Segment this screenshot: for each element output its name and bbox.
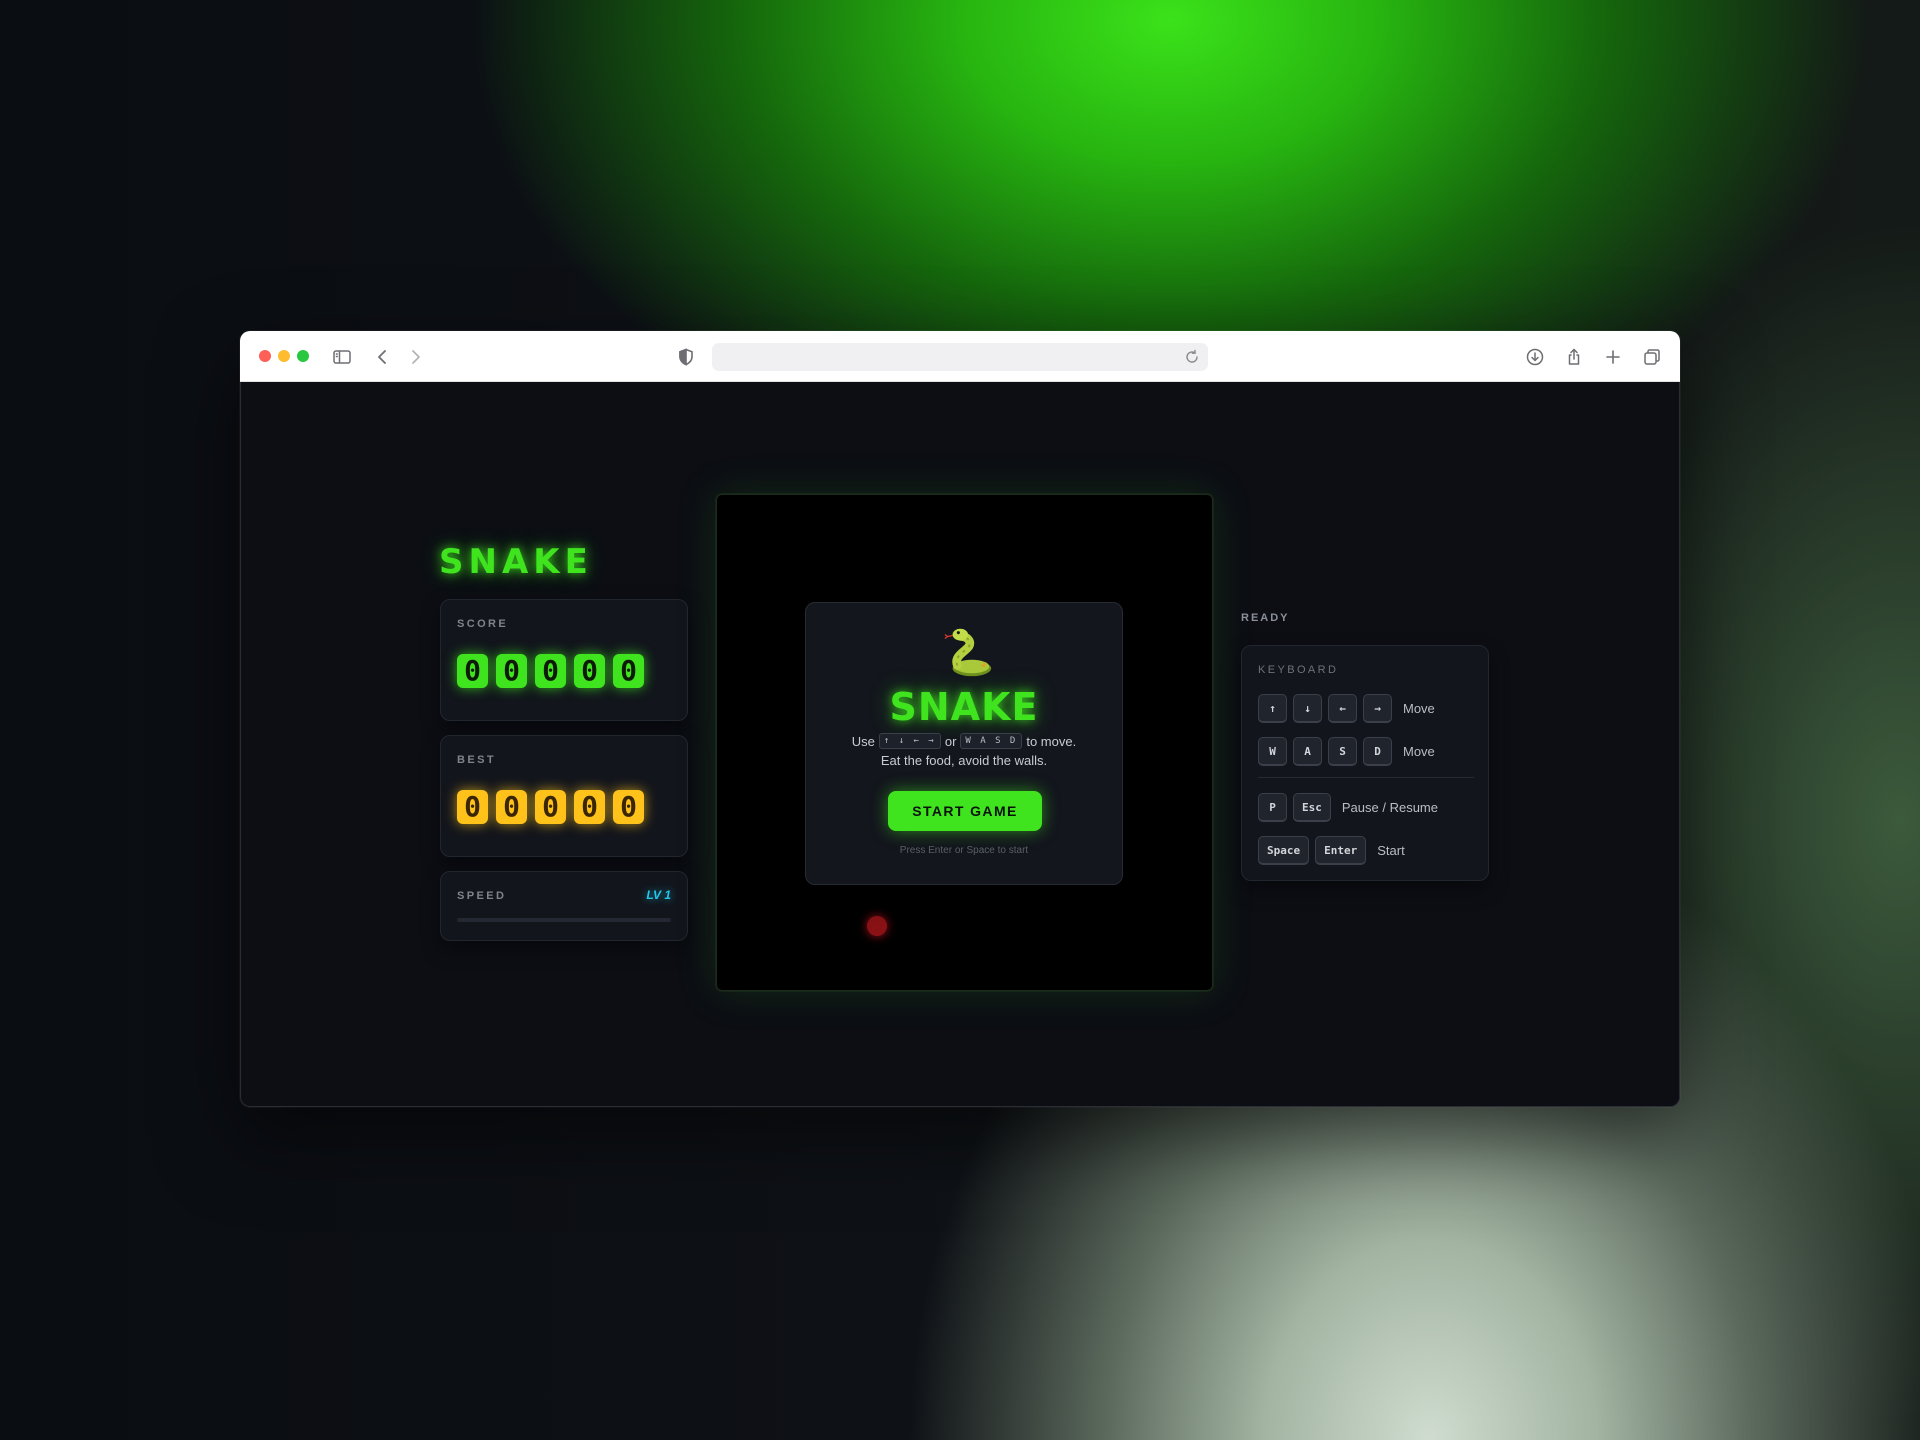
instructions-prefix: Use xyxy=(851,733,875,749)
key-esc: Esc xyxy=(1293,793,1331,822)
zoom-window-button[interactable] xyxy=(297,350,309,362)
page-content: SNAKE SCORE 0 0 0 0 0 BEST 0 0 0 0 0 SPE… xyxy=(240,382,1680,1107)
key-up: ↑ xyxy=(1258,694,1287,723)
best-digit: 0 xyxy=(457,790,488,824)
best-digit: 0 xyxy=(535,790,566,824)
start-game-button[interactable]: START GAME xyxy=(888,791,1042,831)
best-digit: 0 xyxy=(496,790,527,824)
speed-panel: SPEED LV 1 xyxy=(440,871,688,941)
reload-icon[interactable] xyxy=(1184,349,1200,365)
key-space: Space xyxy=(1258,836,1310,865)
address-bar[interactable] xyxy=(712,343,1208,371)
sidebar-icon[interactable] xyxy=(330,345,354,369)
speed-progress-bar xyxy=(457,918,671,922)
best-digits: 0 0 0 0 0 xyxy=(457,790,644,824)
speed-label: SPEED xyxy=(457,890,507,902)
keyboard-title: KEYBOARD xyxy=(1258,664,1339,676)
food-pellet xyxy=(867,916,887,936)
score-digit: 0 xyxy=(457,654,488,688)
score-digit: 0 xyxy=(535,654,566,688)
keyboard-action-label: Move xyxy=(1403,744,1435,759)
app-logo: SNAKE xyxy=(439,542,593,582)
shield-icon[interactable] xyxy=(674,345,698,369)
wasd-keys-hint: W A S D xyxy=(960,733,1023,749)
key-down: ↓ xyxy=(1293,694,1322,723)
best-panel: BEST 0 0 0 0 0 xyxy=(440,735,688,857)
instructions-suffix: to move. xyxy=(1026,733,1077,749)
keyboard-row-start: Space Enter Start xyxy=(1258,836,1405,865)
overlay-title: SNAKE xyxy=(889,685,1039,729)
start-overlay: SNAKE Use ↑ ↓ ← → or W A S D to move. Ea… xyxy=(805,602,1123,885)
key-w: W xyxy=(1258,737,1287,766)
score-digit: 0 xyxy=(613,654,644,688)
game-status: READY xyxy=(1241,612,1290,624)
best-label: BEST xyxy=(457,754,496,766)
share-icon[interactable] xyxy=(1562,345,1586,369)
best-digit: 0 xyxy=(574,790,605,824)
overlay-instructions: Use ↑ ↓ ← → or W A S D to move. xyxy=(806,733,1122,749)
keyboard-divider xyxy=(1258,777,1474,778)
score-label: SCORE xyxy=(457,618,509,630)
start-hint: Press Enter or Space to start xyxy=(899,845,1029,856)
score-digits: 0 0 0 0 0 xyxy=(457,654,644,688)
keyboard-row-arrows: ↑ ↓ ← → Move xyxy=(1258,694,1435,723)
keyboard-action-label: Pause / Resume xyxy=(1341,800,1438,815)
keyboard-action-label: Start xyxy=(1377,843,1405,858)
speed-level-badge: LV 1 xyxy=(646,888,671,902)
download-icon[interactable] xyxy=(1523,345,1547,369)
score-panel: SCORE 0 0 0 0 0 xyxy=(440,599,688,721)
keyboard-row-wasd: W A S D Move xyxy=(1258,737,1435,766)
key-enter: Enter xyxy=(1315,836,1367,865)
game-board[interactable]: SNAKE Use ↑ ↓ ← → or W A S D to move. Ea… xyxy=(716,494,1213,991)
tabs-overview-icon[interactable] xyxy=(1640,345,1664,369)
keyboard-row-pause: P Esc Pause / Resume xyxy=(1258,793,1438,822)
keyboard-help-panel: KEYBOARD ↑ ↓ ← → Move W A S D Move P Esc… xyxy=(1241,645,1489,881)
key-a: A xyxy=(1293,737,1322,766)
instructions-or: or xyxy=(944,733,957,749)
close-window-button[interactable] xyxy=(259,350,271,362)
forward-icon[interactable] xyxy=(403,345,427,369)
browser-window: SNAKE SCORE 0 0 0 0 0 BEST 0 0 0 0 0 SPE… xyxy=(240,331,1680,1107)
minimize-window-button[interactable] xyxy=(278,350,290,362)
key-d: D xyxy=(1363,737,1392,766)
browser-toolbar xyxy=(240,331,1680,382)
snake-emoji-icon xyxy=(944,628,992,677)
overlay-goal: Eat the food, avoid the walls. xyxy=(880,753,1048,768)
key-left: ← xyxy=(1328,694,1357,723)
keyboard-action-label: Move xyxy=(1403,701,1435,716)
best-digit: 0 xyxy=(613,790,644,824)
arrow-keys-hint: ↑ ↓ ← → xyxy=(878,733,941,749)
key-right: → xyxy=(1363,694,1392,723)
key-s: S xyxy=(1328,737,1357,766)
key-p: P xyxy=(1258,793,1287,822)
back-icon[interactable] xyxy=(371,345,395,369)
score-digit: 0 xyxy=(574,654,605,688)
new-tab-icon[interactable] xyxy=(1601,345,1625,369)
score-digit: 0 xyxy=(496,654,527,688)
